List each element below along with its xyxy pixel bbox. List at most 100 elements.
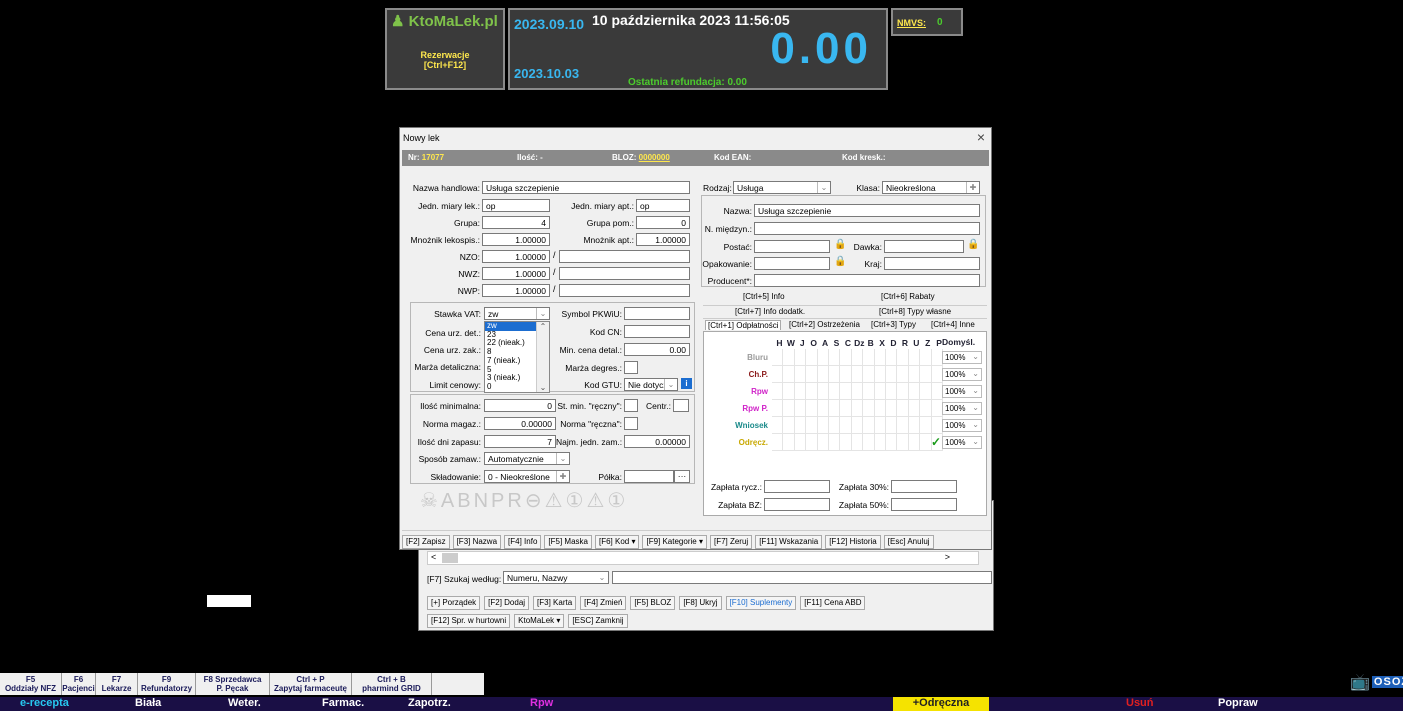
list-button[interactable]: [F2] Dodaj [484, 596, 530, 610]
dialog-button[interactable]: [F2] Zapisz [402, 535, 450, 549]
grid-cell[interactable] [794, 366, 807, 383]
grid-cell[interactable] [863, 349, 875, 366]
grid-cell[interactable] [920, 400, 932, 417]
grid-cell[interactable] [840, 366, 852, 383]
scroll-up-icon[interactable]: ⌃ [537, 322, 549, 331]
type-select[interactable]: Usługa ⌄ [733, 181, 831, 194]
dialog-button[interactable]: [F12] Historia [825, 535, 881, 549]
grid-cell[interactable] [920, 434, 932, 451]
search-input[interactable] [612, 571, 992, 584]
grid-cell[interactable] [874, 366, 886, 383]
cn-code-input[interactable] [624, 325, 690, 338]
grid-cell[interactable] [920, 366, 932, 383]
grid-cell[interactable] [806, 349, 818, 366]
grid-cell[interactable] [874, 434, 886, 451]
dialog-button[interactable]: [F3] Nazwa [452, 535, 502, 549]
scroll-thumb[interactable] [442, 553, 458, 563]
tab-biala[interactable]: Biała [135, 697, 161, 709]
nzo-input[interactable]: 1.00000 [482, 250, 550, 263]
grid-cell[interactable] [920, 417, 932, 434]
grid-cell[interactable] [886, 400, 898, 417]
multiplier-pharmacy-input[interactable]: 1.00000 [636, 233, 690, 246]
grid-cell[interactable] [908, 366, 921, 383]
grid-cell[interactable] [840, 417, 852, 434]
class-select[interactable]: Nieokreślona ✚ [882, 181, 980, 194]
days-supply-input[interactable]: 7 [484, 435, 556, 448]
edit-button[interactable]: Popraw [1218, 697, 1258, 709]
list-button[interactable]: [ESC] Zamknij [568, 614, 628, 628]
producer-input[interactable] [754, 274, 980, 287]
stock-norm-input[interactable]: 0.00000 [484, 417, 556, 430]
order-method-select[interactable]: Automatycznie ⌄ [484, 452, 570, 465]
default-percent-select[interactable]: 100% ⌄ [942, 368, 982, 381]
vat-rate-dropdown-list[interactable]: zw 23 22 (nieak.) 8 7 (nieak.) 5 3 (nieak.) 0 ⌃… [484, 321, 550, 393]
fkey-button[interactable]: F9 Refundatorzy [138, 673, 196, 695]
grid-cell[interactable] [897, 383, 909, 400]
dialog-button[interactable]: [F4] Info [504, 535, 542, 549]
grid-cell[interactable] [806, 434, 818, 451]
grid-cell[interactable] [908, 400, 921, 417]
payment-50-input[interactable] [891, 498, 957, 511]
fkey-button[interactable]: F5 Oddziały NFZ [0, 673, 62, 695]
grid-cell[interactable] [794, 434, 807, 451]
default-percent-select[interactable]: 100% ⌄ [942, 419, 982, 432]
min-order-unit-input[interactable]: 0.00000 [624, 435, 690, 448]
list-button[interactable]: [F8] Ukryj [679, 596, 722, 610]
form-input[interactable] [754, 240, 830, 253]
grid-cell[interactable] [783, 417, 795, 434]
grid-cell[interactable] [908, 349, 921, 366]
lock-icon[interactable]: 🔒 [967, 239, 979, 250]
grid-cell[interactable] [874, 417, 886, 434]
grid-cell[interactable] [851, 400, 864, 417]
grid-cell[interactable] [829, 366, 841, 383]
vat-option[interactable]: 7 (nieak.) [485, 356, 537, 366]
default-percent-select[interactable]: 100% ⌄ [942, 436, 982, 449]
grid-cell[interactable] [897, 434, 909, 451]
grid-cell[interactable] [874, 400, 886, 417]
grid-cell[interactable] [863, 434, 875, 451]
degressive-margin-checkbox[interactable] [624, 361, 638, 374]
grid-cell[interactable] [817, 366, 829, 383]
tab-rpw[interactable]: Rpw [530, 697, 553, 709]
grid-cell[interactable] [840, 349, 852, 366]
grid-cell[interactable] [772, 400, 784, 417]
nwz-input[interactable]: 1.00000 [482, 267, 550, 280]
list-button[interactable]: [F11] Cena ABD [800, 596, 866, 610]
fkey-button[interactable]: F8 Sprzedawca P. Pęcak [196, 673, 270, 695]
manual-min-checkbox[interactable] [624, 399, 638, 412]
reservations-panel[interactable]: ♟ KtoMaLek.pl Rezerwacje [Ctrl+F12] [385, 8, 505, 90]
tab-farmac[interactable]: Farmac. [322, 697, 364, 709]
grid-cell[interactable] [863, 383, 875, 400]
dialog-button[interactable]: [Esc] Anuluj [883, 535, 934, 549]
grid-cell[interactable] [897, 349, 909, 366]
default-percent-select[interactable]: 100% ⌄ [942, 385, 982, 398]
grid-cell[interactable] [863, 366, 875, 383]
package-input[interactable] [754, 257, 830, 270]
shelf-input[interactable] [624, 470, 674, 483]
grid-cell[interactable] [772, 349, 784, 366]
default-percent-select[interactable]: 100% ⌄ [942, 402, 982, 415]
search-by-select[interactable]: Numeru, Nazwy ⌄ [503, 571, 609, 584]
grid-cell[interactable] [817, 383, 829, 400]
expand-icon[interactable]: ✚ [966, 182, 979, 193]
list-button[interactable]: KtoMaLek ▾ [514, 614, 565, 628]
flat-payment-input[interactable] [764, 480, 830, 493]
close-icon[interactable]: × [977, 129, 985, 145]
info-icon[interactable]: i [681, 378, 692, 389]
list-button[interactable]: [F12] Spr. w hurtowni [427, 614, 511, 628]
grid-cell[interactable] [772, 434, 784, 451]
default-percent-select[interactable]: 100% ⌄ [942, 351, 982, 364]
manual-norm-checkbox[interactable] [624, 417, 638, 430]
fkey-button[interactable]: F6 Pacjenci [62, 673, 96, 695]
dialog-button[interactable]: [F11] Wskazania [755, 535, 823, 549]
unit-drug-input[interactable]: op [482, 199, 550, 212]
list-button[interactable]: [+] Porządek [427, 596, 481, 610]
grid-cell[interactable] [817, 417, 829, 434]
vat-option[interactable]: 0 [485, 382, 537, 392]
grid-cell[interactable] [772, 417, 784, 434]
grid-cell[interactable] [908, 434, 921, 451]
aux-group-input[interactable]: 0 [636, 216, 690, 229]
expand-icon[interactable]: ✚ [556, 471, 569, 482]
tab-weter[interactable]: Weter. [228, 697, 261, 709]
grid-cell[interactable] [806, 383, 818, 400]
